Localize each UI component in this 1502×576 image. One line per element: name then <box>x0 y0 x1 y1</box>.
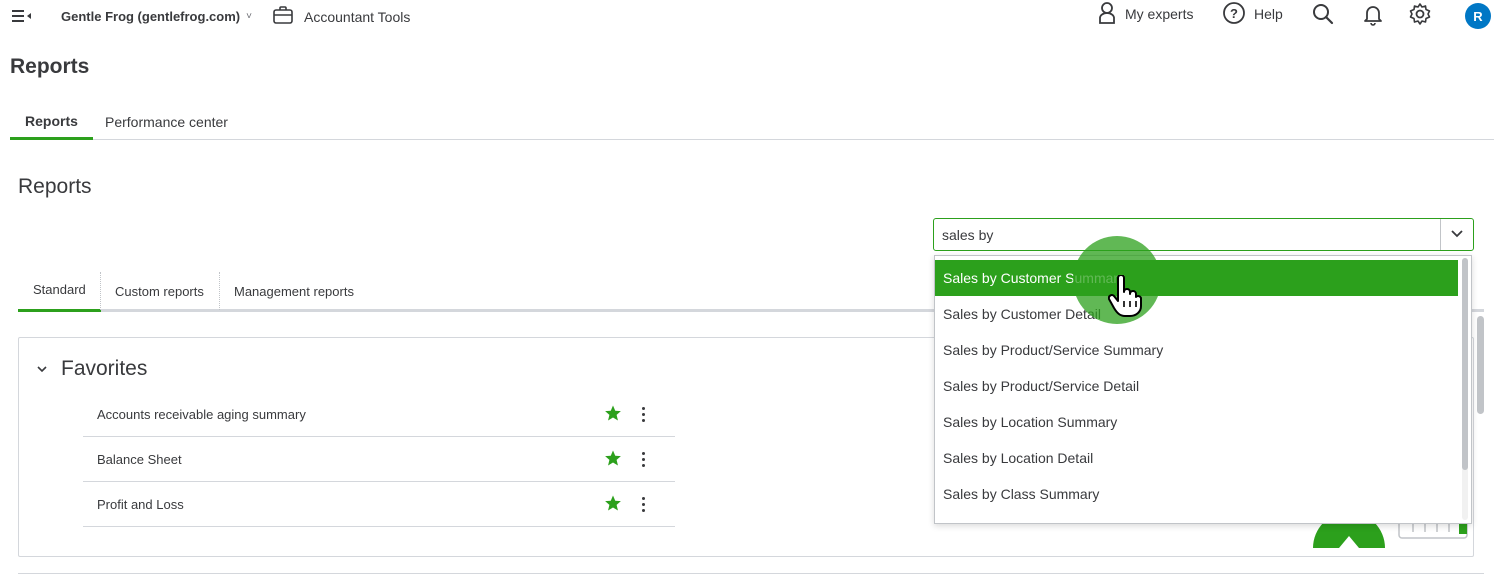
search-icon[interactable] <box>1311 0 1335 28</box>
tab-reports[interactable]: Reports <box>10 104 93 140</box>
company-switcher[interactable]: Gentle Frog (gentlefrog.com) ˅ <box>61 9 252 24</box>
report-link[interactable]: Profit and Loss <box>97 497 184 512</box>
suggestion-item[interactable]: Sales by Product/Service Summary <box>935 332 1458 368</box>
notification-bell-icon[interactable] <box>1362 0 1384 28</box>
page-tabs: Reports Performance center <box>10 104 1494 140</box>
suggestion-item[interactable]: Sales by Customer Summary <box>935 260 1458 296</box>
svg-text:?: ? <box>1230 6 1238 21</box>
report-link[interactable]: Accounts receivable aging summary <box>97 407 306 422</box>
my-experts-button[interactable]: My experts <box>1097 0 1193 28</box>
section-divider <box>18 573 1484 574</box>
star-filled-icon[interactable] <box>604 449 622 472</box>
favorites-title: Favorites <box>61 357 148 380</box>
report-link[interactable]: Balance Sheet <box>97 452 182 467</box>
suggestion-item[interactable]: Sales by Customer Detail <box>935 296 1458 332</box>
tab-management-reports[interactable]: Management reports <box>234 270 354 312</box>
briefcase-icon <box>272 5 294 28</box>
report-search-combobox <box>933 218 1474 251</box>
tab-performance-center[interactable]: Performance center <box>105 104 228 140</box>
chevron-down-icon <box>1450 226 1464 244</box>
help-label: Help <box>1254 6 1283 22</box>
suggestion-item[interactable]: Sales by Location Summary <box>935 404 1458 440</box>
more-options-icon[interactable] <box>637 403 649 425</box>
suggestion-item[interactable]: Sales by Location Detail <box>935 440 1458 476</box>
star-filled-icon[interactable] <box>604 494 622 517</box>
favorite-report-row: Balance Sheet <box>83 437 675 482</box>
tab-divider <box>219 272 220 310</box>
accountant-tools-button[interactable]: Accountant Tools <box>272 5 410 28</box>
suggestion-item[interactable]: Sales by Product/Service Detail <box>935 368 1458 404</box>
report-search-input[interactable] <box>942 219 1432 250</box>
tab-standard[interactable]: Standard <box>18 270 101 312</box>
favorite-report-row: Profit and Loss <box>83 482 675 527</box>
top-bar: Gentle Frog (gentlefrog.com) ˅ Accountan… <box>0 0 1502 34</box>
help-question-icon: ? <box>1222 1 1246 28</box>
page-title: Reports <box>10 55 90 78</box>
search-dropdown-toggle[interactable] <box>1440 219 1473 250</box>
chevron-down-icon: ˅ <box>246 11 252 22</box>
gear-icon[interactable] <box>1408 0 1432 28</box>
chevron-down-icon <box>37 360 47 378</box>
help-button[interactable]: ? Help <box>1222 0 1283 28</box>
more-options-icon[interactable] <box>637 448 649 470</box>
favorites-toggle[interactable]: Favorites <box>37 357 147 381</box>
reports-section-title: Reports <box>18 175 92 198</box>
suggestion-item[interactable]: Sales by Class Summary <box>935 476 1458 512</box>
accountant-tools-label: Accountant Tools <box>304 8 411 25</box>
my-experts-label: My experts <box>1125 6 1194 22</box>
menu-collapse-icon[interactable] <box>12 7 34 25</box>
more-options-icon[interactable] <box>637 493 649 515</box>
user-avatar[interactable]: R <box>1465 3 1491 29</box>
tab-custom-reports[interactable]: Custom reports <box>115 270 204 312</box>
search-suggestions-list: Sales by Customer Summary Sales by Custo… <box>934 255 1472 524</box>
expert-person-icon <box>1097 1 1117 28</box>
tab-divider <box>100 272 101 310</box>
company-name: Gentle Frog (gentlefrog.com) <box>61 9 241 24</box>
favorite-report-row: Accounts receivable aging summary <box>83 392 675 437</box>
star-filled-icon[interactable] <box>604 404 622 427</box>
page-scrollbar[interactable] <box>1477 316 1484 414</box>
dropdown-scrollbar[interactable] <box>1462 258 1468 470</box>
hand-pointer-icon <box>1107 274 1142 322</box>
